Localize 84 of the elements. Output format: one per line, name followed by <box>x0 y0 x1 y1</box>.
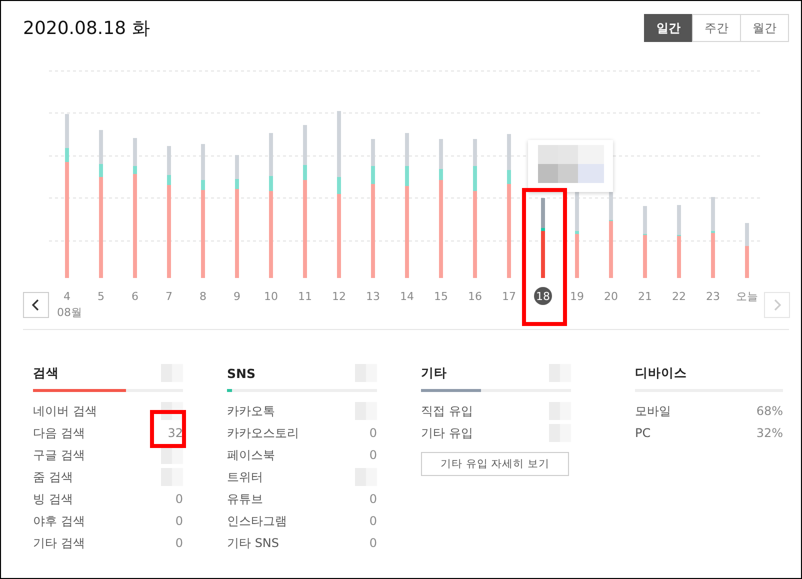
period-tab[interactable]: 주간 <box>692 14 741 42</box>
source-count: 32 <box>168 426 183 440</box>
day-label[interactable]: 16 <box>468 290 482 303</box>
stacked-bar[interactable] <box>235 155 239 278</box>
details-button[interactable]: 기타 유입 자세히 보기 <box>421 452 569 476</box>
source-label: 인스타그램 <box>227 512 287 530</box>
day-label[interactable]: 13 <box>366 290 380 303</box>
source-label: 페이스북 <box>227 446 275 464</box>
source-count: 0 <box>369 448 377 462</box>
source-count: 0 <box>369 514 377 528</box>
day-label[interactable]: 10 <box>264 290 278 303</box>
date-title: 2020.08.18 화 <box>23 17 150 40</box>
previous-button[interactable] <box>23 292 49 318</box>
chevron-left-icon <box>31 299 41 311</box>
day-label[interactable]: 12 <box>332 290 346 303</box>
source-label: 기타 SNS <box>227 534 280 552</box>
source-label: 다음 검색 <box>33 424 85 442</box>
section-title: 검색 <box>33 364 59 382</box>
day-label[interactable]: 22 <box>672 290 686 303</box>
day-label[interactable]: 23 <box>706 290 720 303</box>
stacked-bar[interactable] <box>201 144 205 278</box>
highlight-frame <box>150 410 186 448</box>
stacked-bar[interactable] <box>167 146 171 278</box>
day-label[interactable]: 14 <box>400 290 414 303</box>
source-count: 68% <box>756 404 783 418</box>
section-title: 기타 <box>421 364 447 382</box>
day-label[interactable]: 8 <box>200 290 206 303</box>
stacked-bar[interactable] <box>405 133 409 278</box>
day-label[interactable]: 11 <box>298 290 312 303</box>
period-tab[interactable]: 월간 <box>740 14 789 42</box>
stacked-bar[interactable] <box>337 111 341 278</box>
source-count: 0 <box>369 536 377 550</box>
stacked-bar[interactable] <box>439 139 443 278</box>
day-label[interactable]: 15 <box>434 290 448 303</box>
stacked-bar[interactable] <box>269 133 273 278</box>
day-label[interactable]: 17 <box>502 290 516 303</box>
stacked-bar[interactable] <box>303 125 307 278</box>
stacked-bar[interactable] <box>507 134 511 278</box>
section-title: 디바이스 <box>635 364 687 382</box>
source-label: 유튜브 <box>227 490 263 508</box>
stacked-bar[interactable] <box>677 205 681 278</box>
source-label: 네이버 검색 <box>33 402 97 420</box>
day-label[interactable]: 오늘 <box>736 290 758 303</box>
day-label[interactable]: 4 <box>64 290 70 303</box>
stacked-bar[interactable] <box>473 139 477 278</box>
day-label[interactable]: 5 <box>98 290 104 303</box>
day-label[interactable]: 6 <box>132 290 138 303</box>
source-label: 카카오톡 <box>227 402 275 420</box>
period-tab[interactable]: 일간 <box>644 14 693 42</box>
source-label: 줌 검색 <box>33 468 73 486</box>
source-label: 야후 검색 <box>33 512 85 530</box>
stacked-bar[interactable] <box>643 206 647 278</box>
source-count: 0 <box>369 426 377 440</box>
section-title: SNS <box>227 366 256 380</box>
month-label: 08월 <box>57 306 82 319</box>
source-label: 구글 검색 <box>33 446 85 464</box>
stacked-bar[interactable] <box>65 114 69 278</box>
day-label[interactable]: 21 <box>638 290 652 303</box>
source-label: 직접 유입 <box>421 402 473 420</box>
source-label: 모바일 <box>635 402 671 420</box>
source-count: 0 <box>175 514 183 528</box>
day-label[interactable]: 18 <box>536 290 550 303</box>
stacked-bar[interactable] <box>711 197 715 278</box>
source-label: 기타 유입 <box>421 424 473 442</box>
day-label[interactable]: 19 <box>570 290 584 303</box>
day-label[interactable]: 20 <box>604 290 618 303</box>
source-count: 32% <box>756 426 783 440</box>
day-label[interactable]: 9 <box>234 290 240 303</box>
source-label: 카카오스토리 <box>227 424 299 442</box>
stacked-bar[interactable] <box>371 139 375 278</box>
source-count: 0 <box>175 536 183 550</box>
source-count: 0 <box>175 492 183 506</box>
day-label[interactable]: 7 <box>166 290 172 303</box>
chevron-right-icon <box>772 299 782 311</box>
stacked-bar[interactable] <box>541 198 545 278</box>
source-label: PC <box>635 426 651 440</box>
selected-day-marker <box>534 287 552 305</box>
stacked-bar[interactable] <box>745 223 749 278</box>
source-label: 트위터 <box>227 468 263 486</box>
source-label: 빙 검색 <box>33 490 73 508</box>
stacked-bar[interactable] <box>133 138 137 278</box>
stacked-bar[interactable] <box>99 130 103 278</box>
source-count: 0 <box>369 492 377 506</box>
source-label: 기타 검색 <box>33 534 85 552</box>
